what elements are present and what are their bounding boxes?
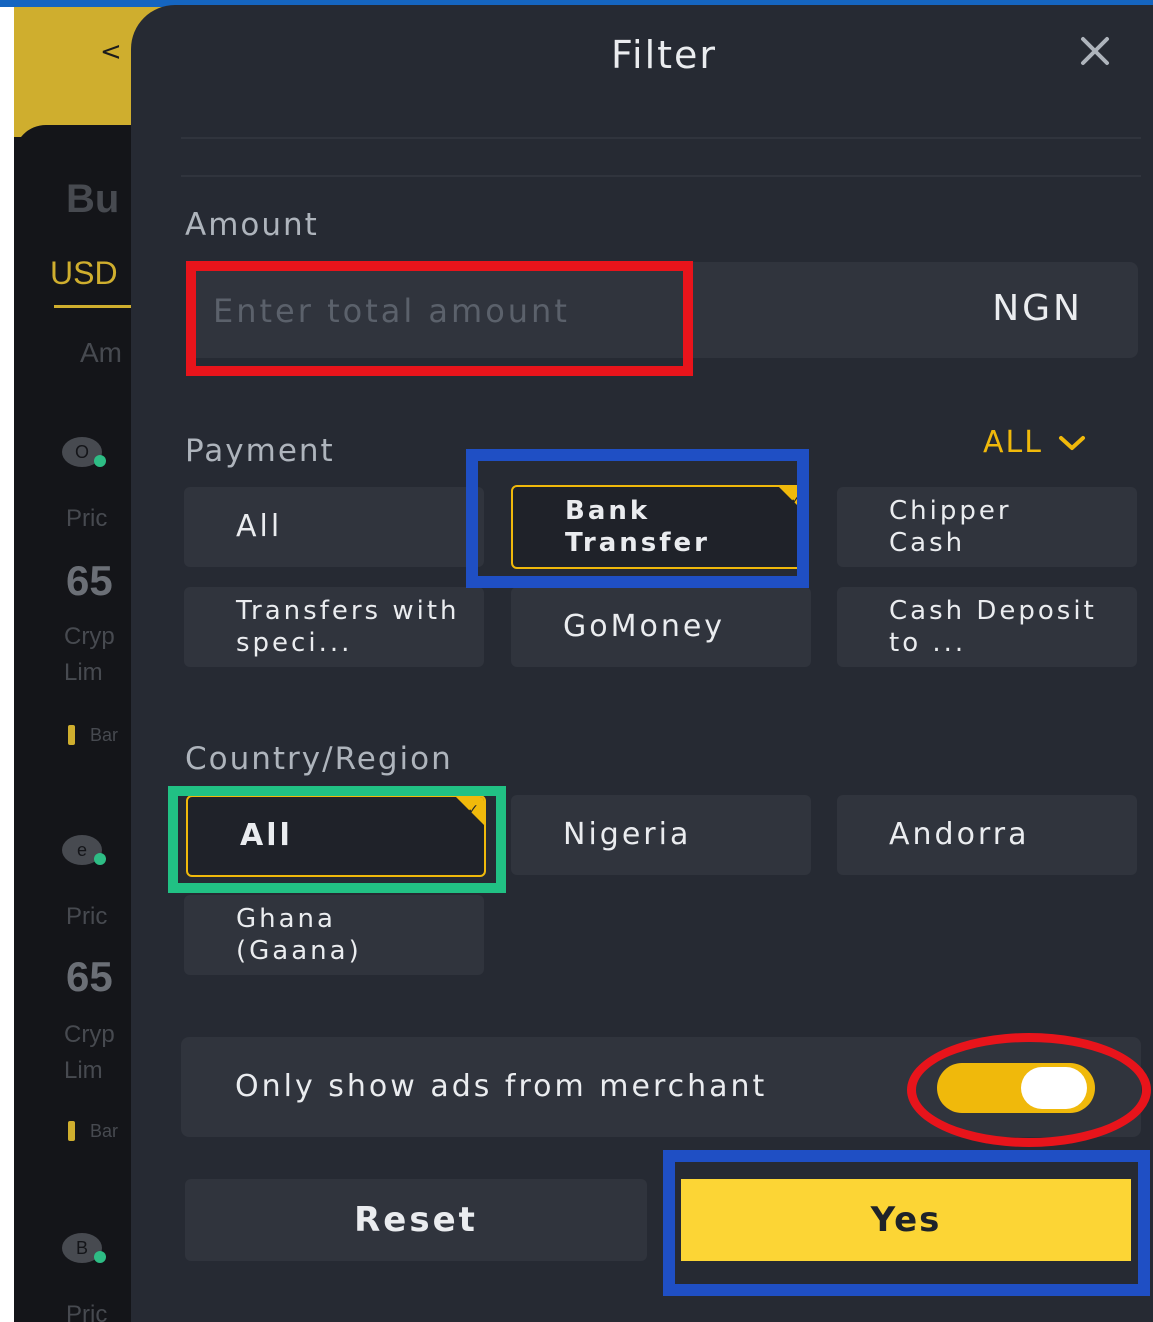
payment-all-dropdown[interactable]: ALL (983, 425, 1087, 460)
price-label: Pric (66, 505, 108, 532)
online-dot (94, 455, 106, 467)
checkmark-icon: ✓ (790, 492, 805, 508)
merchant-only-toggle[interactable] (937, 1063, 1095, 1113)
option-label: All (240, 818, 293, 853)
country-option-nigeria[interactable]: Nigeria (511, 795, 811, 875)
payment-option-all[interactable]: All (184, 487, 484, 567)
online-dot (94, 853, 106, 865)
background-column: Am (80, 337, 122, 368)
divider (181, 175, 1141, 177)
price-value: 65 (66, 557, 113, 604)
option-label: All (236, 509, 283, 544)
amount-field: NGN (186, 262, 1138, 358)
toggle-knob (1021, 1067, 1087, 1109)
payment-tag: Bar (90, 1121, 119, 1141)
price-label: Pric (66, 903, 108, 930)
payment-label: Payment (185, 433, 335, 469)
close-icon (1081, 37, 1109, 65)
confirm-button[interactable]: Yes (681, 1179, 1131, 1261)
payment-tag-bar (68, 725, 75, 745)
price-label: Pric (66, 1301, 108, 1322)
payment-tag: Bar (90, 725, 119, 745)
currency-label: NGN (992, 288, 1083, 329)
crypto-label: Cryp (64, 623, 115, 650)
limit-label: Lim (64, 1057, 103, 1084)
payment-option-bank-transfer[interactable]: Bank Transfer ✓ (511, 485, 809, 569)
chevron-down-icon (1058, 435, 1085, 450)
option-label: Cash Deposit to ... (889, 596, 1097, 658)
payment-option-transfers-with-specific-bank[interactable]: Transfers with speci... (184, 587, 484, 667)
option-label: Nigeria (563, 817, 692, 852)
reset-button[interactable]: Reset (185, 1179, 647, 1261)
divider (181, 137, 1141, 139)
back-arrow-icon[interactable]: < (100, 37, 122, 67)
country-option-andorra[interactable]: Andorra (837, 795, 1137, 875)
country-option-all[interactable]: All ✓ (186, 795, 486, 877)
payment-option-cash-deposit[interactable]: Cash Deposit to ... (837, 587, 1137, 667)
option-label: Chipper Cash (889, 496, 1012, 558)
amount-label: Amount (185, 207, 319, 243)
filter-panel: Filter Amount NGN Payment ALL All Bank T… (131, 5, 1153, 1322)
option-label: Ghana (Gaana) (236, 904, 362, 966)
limit-label: Lim (64, 659, 103, 686)
country-option-ghana[interactable]: Ghana (Gaana) (184, 895, 484, 975)
price-value: 65 (66, 953, 113, 1000)
background-title: Bu (66, 177, 120, 221)
merchant-only-row: Only show ads from merchant (181, 1037, 1141, 1137)
payment-dropdown-label: ALL (983, 425, 1043, 460)
online-dot (94, 1251, 106, 1263)
amount-input[interactable] (211, 284, 695, 338)
option-label: Andorra (889, 817, 1030, 852)
merchant-only-label: Only show ads from merchant (235, 1069, 768, 1104)
payment-option-gomoney[interactable]: GoMoney (511, 587, 811, 667)
option-label: Transfers with speci... (236, 596, 460, 658)
option-label: GoMoney (563, 609, 726, 644)
background-currency-tab[interactable]: USD (50, 255, 118, 292)
panel-title: Filter (610, 33, 718, 77)
checkmark-icon: ✓ (467, 802, 482, 818)
option-label: Bank Transfer (565, 496, 710, 558)
close-button[interactable] (1071, 27, 1119, 75)
crypto-label: Cryp (64, 1021, 115, 1048)
payment-tag-bar (68, 1121, 75, 1141)
payment-option-chipper-cash[interactable]: Chipper Cash (837, 487, 1137, 567)
country-region-label: Country/Region (185, 741, 453, 777)
